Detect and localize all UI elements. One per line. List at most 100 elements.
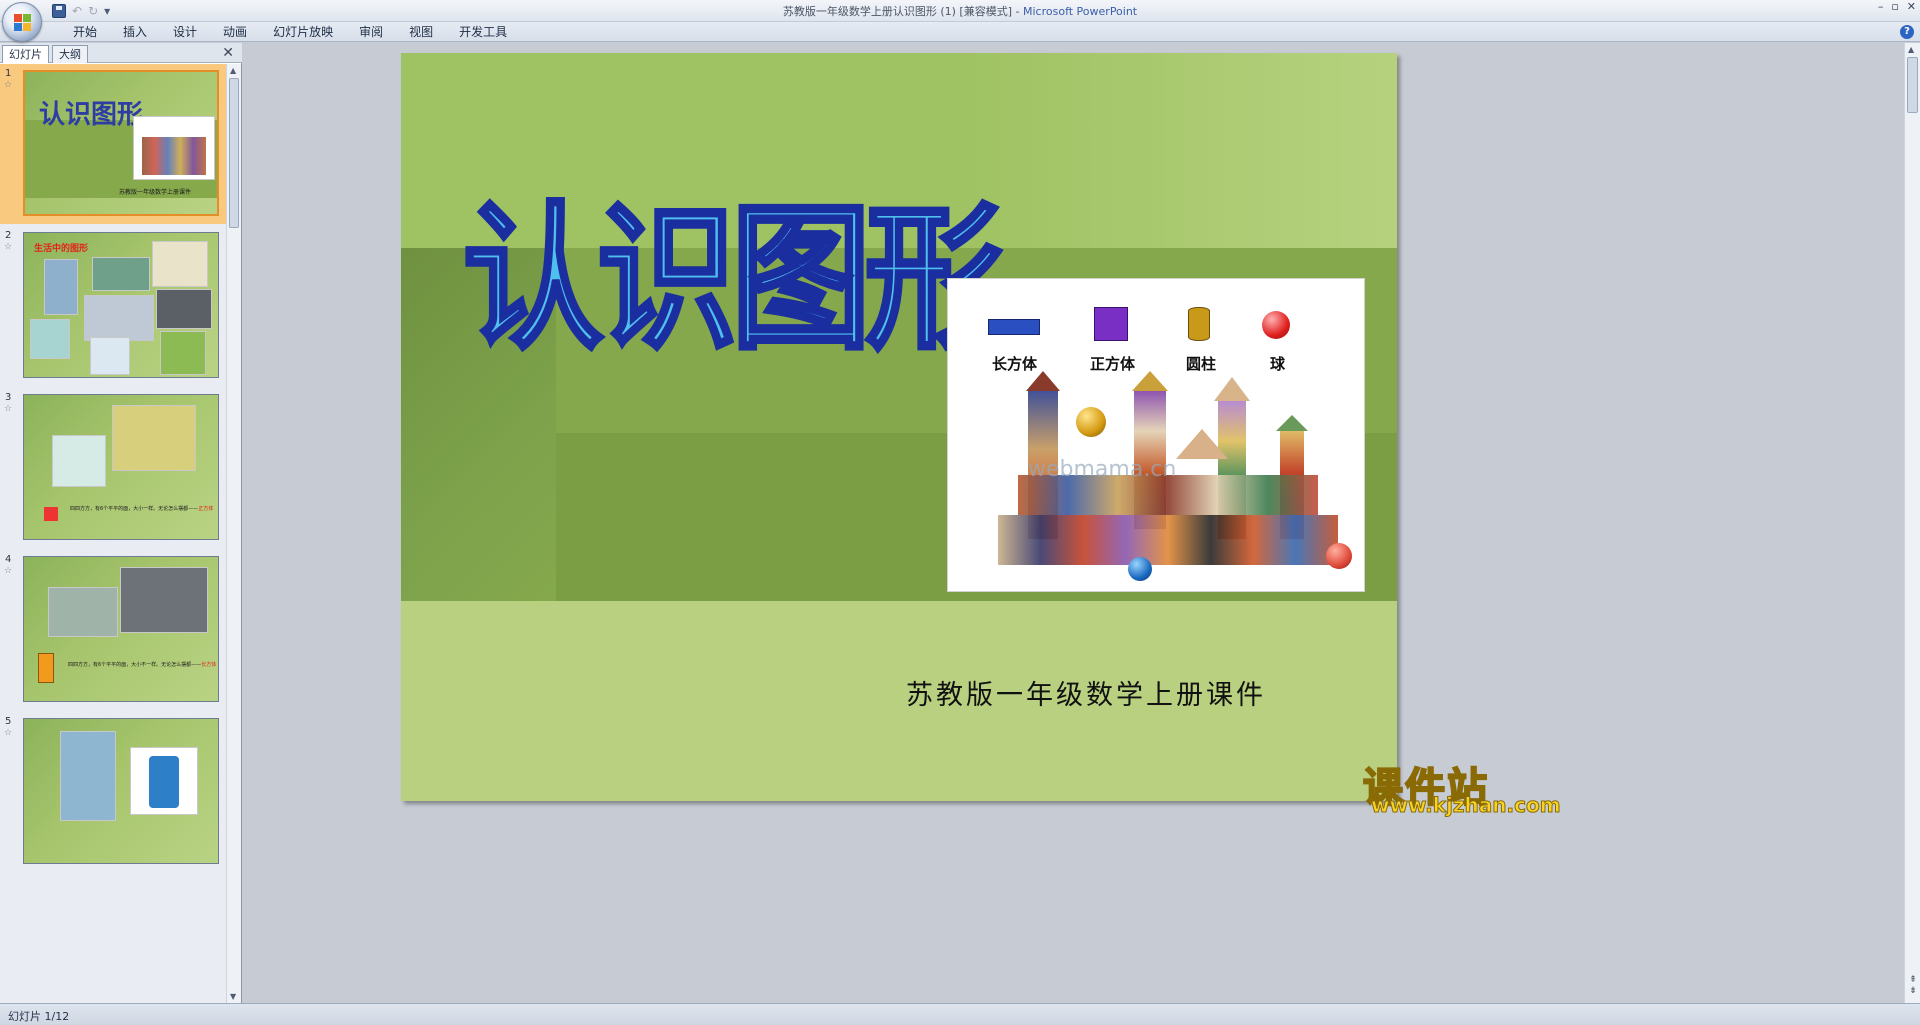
thumbnail-image <box>133 116 215 180</box>
slide-background <box>961 53 1397 248</box>
animation-star-icon: ☆ <box>4 728 13 738</box>
tab-slides[interactable]: 幻灯片 <box>2 45 49 63</box>
slide-number: 2 <box>5 230 12 241</box>
title-bar: ↶ ↻ ▾ 苏教版一年级数学上册认识图形 (1) [兼容模式] - Micros… <box>0 0 1920 22</box>
office-button[interactable] <box>2 2 42 42</box>
slide-thumbnail[interactable]: 1 ☆ 认识图形 苏教版一年级数学上册课件 <box>0 64 226 224</box>
sphere-icon <box>1262 311 1290 339</box>
slide-number: 3 <box>5 392 12 403</box>
cuboid-icon <box>38 653 54 683</box>
slide-nav-buttons: ⇞ ⇟ <box>1907 975 1919 997</box>
thumbnail-photo <box>92 257 150 291</box>
site-url: www.kjzhan.com <box>1371 793 1562 818</box>
slide-thumbnail[interactable]: 2 ☆ 生活中的图形 <box>0 226 226 386</box>
pane-tabs: 幻灯片 大纲 ✕ <box>0 43 242 63</box>
slide-number: 5 <box>5 716 12 727</box>
thumbnail-photo <box>52 435 106 487</box>
next-slide-icon[interactable]: ⇟ <box>1907 986 1919 997</box>
tab-animations[interactable]: 动画 <box>210 22 260 42</box>
slide-title[interactable]: 认识图形 <box>461 153 1007 379</box>
thumbnail-text: 四四方方，有6个平平的面，大小不一样。无论怎么摆都——长方体 <box>68 662 217 668</box>
block-roof <box>1026 371 1060 391</box>
cylinder-icon <box>1188 307 1210 341</box>
status-bar: 幻灯片 1/12 <box>0 1003 1920 1025</box>
scrollbar-thumb[interactable] <box>229 78 239 228</box>
thumbnail-scrollbar[interactable]: ▲ ▼ <box>226 64 241 1003</box>
block-ball <box>1128 557 1152 581</box>
image-watermark: webmama.cn <box>1028 457 1177 482</box>
block-ball <box>1326 543 1352 569</box>
thumbnail-title: 生活中的图形 <box>34 244 89 254</box>
thumbnail-photo <box>160 331 206 375</box>
thumbnail-text: 四四方方，有6个平平的面，大小一样。无论怎么摆都——正方体 <box>70 506 214 512</box>
animation-star-icon: ☆ <box>4 566 13 576</box>
thumbnail-subtitle: 苏教版一年级数学上册课件 <box>118 189 191 196</box>
help-icon[interactable]: ? <box>1900 25 1914 39</box>
shape-label-cylinder: 圆柱 <box>1186 355 1217 373</box>
tab-slideshow[interactable]: 幻灯片放映 <box>260 22 346 42</box>
thumbnail-photo <box>120 567 208 633</box>
close-icon[interactable]: ✕ <box>1907 0 1916 14</box>
slide-subtitle[interactable]: 苏教版一年级数学上册课件 <box>906 673 1266 712</box>
document-name: 苏教版一年级数学上册认识图形 (1) [兼容模式] <box>782 5 1013 18</box>
window-controls: – ▫ ✕ <box>1878 0 1916 14</box>
thumbnail-list: 1 ☆ 认识图形 苏教版一年级数学上册课件 2 ☆ 生活中的图形 3 ☆ 四四方… <box>0 64 226 1003</box>
tab-view[interactable]: 视图 <box>396 22 446 42</box>
scroll-up-icon[interactable]: ▲ <box>1908 45 1914 54</box>
tab-insert[interactable]: 插入 <box>110 22 160 42</box>
slide-number: 1 <box>5 68 12 79</box>
slide-editor: 认识图形 长方体 正方体 圆柱 球 webmama.cn 苏教版一年级数学上册课… <box>243 43 1904 1003</box>
thumbnail-photo <box>90 337 130 375</box>
thumbnail-preview: 四四方方，有6个平平的面，大小一样。无论怎么摆都——正方体 <box>23 394 219 540</box>
cube-icon <box>44 507 58 521</box>
thumbnail-photo <box>30 319 70 359</box>
thumbnail-title: 认识图形 <box>39 100 144 130</box>
current-slide[interactable]: 认识图形 长方体 正方体 圆柱 球 webmama.cn 苏教版一年级数学上册课… <box>401 53 1397 801</box>
thumbnail-photo <box>152 241 208 287</box>
title-separator: - <box>1012 5 1023 18</box>
office-logo-icon <box>14 14 32 32</box>
scroll-up-icon[interactable]: ▲ <box>230 66 236 75</box>
thumbnail-photo <box>84 295 154 341</box>
animation-star-icon: ☆ <box>4 242 13 252</box>
tab-home[interactable]: 开始 <box>60 22 110 42</box>
cuboid-icon <box>988 319 1040 335</box>
block-ball <box>1076 407 1106 437</box>
window-title: 苏教版一年级数学上册认识图形 (1) [兼容模式] - Microsoft Po… <box>0 3 1920 19</box>
thumbnail-preview <box>23 718 219 864</box>
scrollbar-thumb[interactable] <box>1907 57 1918 113</box>
block-roof <box>1176 429 1228 459</box>
editor-scrollbar[interactable]: ▲ ⇞ ⇟ <box>1904 43 1920 1003</box>
tab-review[interactable]: 审阅 <box>346 22 396 42</box>
tab-developer[interactable]: 开发工具 <box>446 22 520 42</box>
scroll-down-icon[interactable]: ▼ <box>230 992 236 1001</box>
previous-slide-icon[interactable]: ⇞ <box>1907 975 1919 986</box>
tab-design[interactable]: 设计 <box>160 22 210 42</box>
ribbon-tab-bar: 开始 插入 设计 动画 幻灯片放映 审阅 视图 开发工具 ? <box>0 22 1920 42</box>
thumbnail-photo <box>156 289 212 329</box>
slide-indicator: 幻灯片 1/12 <box>8 1010 70 1023</box>
thumbnail-preview: 认识图形 苏教版一年级数学上册课件 <box>23 70 219 216</box>
app-name: Microsoft PowerPoint <box>1023 5 1138 18</box>
shape-label-cube: 正方体 <box>1090 355 1136 373</box>
minimize-icon[interactable]: – <box>1878 0 1884 14</box>
tab-outline[interactable]: 大纲 <box>52 45 88 63</box>
block-roof <box>1276 415 1308 431</box>
thumbnail-photo <box>112 405 196 471</box>
slide-thumbnail[interactable]: 4 ☆ 四四方方，有6个平平的面，大小不一样。无论怎么摆都——长方体 <box>0 550 226 710</box>
block-base <box>998 515 1338 565</box>
site-watermark: 课件站 www.kjzhan.com <box>1362 755 1563 818</box>
shape-label-sphere: 球 <box>1270 355 1286 373</box>
block-roof <box>1132 371 1168 391</box>
thumbnail-photo <box>130 747 198 815</box>
slide-thumbnail[interactable]: 3 ☆ 四四方方，有6个平平的面，大小一样。无论怎么摆都——正方体 <box>0 388 226 548</box>
block-roof <box>1214 377 1250 401</box>
pane-close-icon[interactable]: ✕ <box>222 44 234 62</box>
building-blocks-image[interactable]: 长方体 正方体 圆柱 球 webmama.cn <box>947 278 1365 592</box>
restore-icon[interactable]: ▫ <box>1891 0 1898 14</box>
animation-star-icon: ☆ <box>4 80 13 90</box>
cube-icon <box>1094 307 1128 341</box>
slide-thumbnail[interactable]: 5 ☆ <box>0 712 226 872</box>
thumbnail-preview: 生活中的图形 <box>23 232 219 378</box>
thumbnail-photo <box>60 731 116 821</box>
